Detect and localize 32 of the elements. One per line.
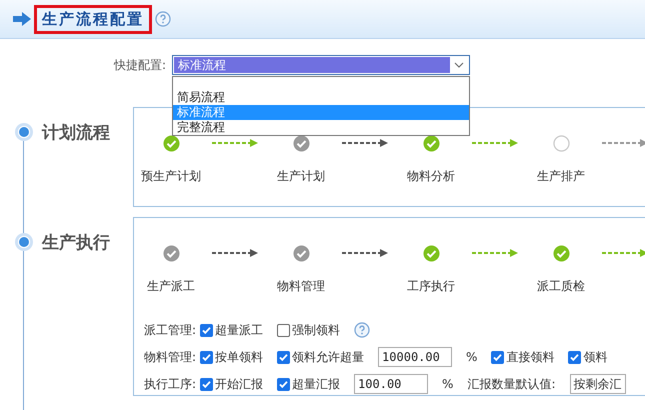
field-label: 汇报数量默认值:	[467, 376, 556, 392]
dropdown-option[interactable]: 完整流程	[173, 120, 469, 135]
checkbox-label[interactable]: 按单领料	[215, 348, 264, 366]
section-title: 计划流程	[42, 123, 110, 143]
input-field[interactable]: 10000.00	[378, 347, 452, 367]
page-title: 生产流程配置	[34, 4, 152, 34]
checkbox-label[interactable]: 直接领料	[506, 348, 554, 366]
step-label: 派工质检	[537, 278, 585, 295]
row-label: 派工管理:	[144, 322, 196, 338]
step-label: 生产计划	[277, 168, 325, 185]
step-label: 工序执行	[407, 278, 455, 295]
row-label: 物料管理:	[144, 348, 196, 366]
dropdown[interactable]: 按剩余汇	[570, 374, 626, 394]
field-label: %	[442, 377, 454, 391]
field-label: 快捷配置:	[112, 56, 167, 74]
checkbox-label[interactable]: 领料允许超量	[292, 348, 364, 366]
step-label: 生产派工	[147, 278, 195, 295]
checkbox-label[interactable]: 开始汇报	[215, 376, 264, 392]
dropdown-option[interactable]: 简易流程	[173, 90, 469, 105]
section-title: 生产执行	[42, 233, 110, 253]
checkbox-label[interactable]: 超量汇报	[292, 376, 340, 392]
field-label: %	[466, 350, 478, 364]
checkbox-label[interactable]: 领料	[583, 348, 608, 366]
input-field[interactable]: 100.00	[354, 374, 428, 394]
step-label: 生产排产	[537, 168, 585, 185]
row-label: 执行工序:	[144, 376, 196, 392]
step-label: 预生产计划	[141, 168, 201, 185]
step-label: 物料管理	[277, 278, 325, 295]
checkbox-label[interactable]: 超量派工	[215, 322, 264, 338]
quick-config-dropdown[interactable]: 标准流程	[172, 55, 470, 75]
checkbox-label[interactable]: 强制领料	[292, 322, 340, 338]
step-label: 物料分析	[407, 168, 455, 185]
